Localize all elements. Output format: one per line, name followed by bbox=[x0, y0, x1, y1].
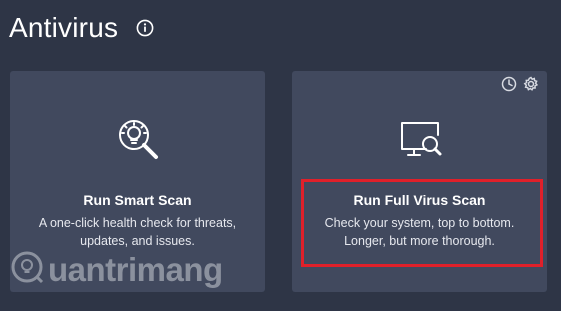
header: Antivirus bbox=[9, 12, 154, 44]
highlight-box bbox=[301, 179, 543, 267]
gear-icon[interactable] bbox=[523, 76, 539, 92]
card-corner-actions bbox=[501, 76, 539, 92]
clock-icon[interactable] bbox=[501, 76, 517, 92]
info-icon[interactable] bbox=[136, 19, 154, 37]
watermark-text: uantrimang bbox=[48, 250, 223, 288]
watermark: uantrimang bbox=[10, 250, 223, 289]
watermark-logo-icon bbox=[10, 250, 44, 289]
monitor-magnifier-icon bbox=[392, 111, 448, 167]
smart-scan-description: A one-click health check for threats, up… bbox=[38, 216, 237, 248]
smart-scan-bulb-magnifier-icon bbox=[110, 111, 166, 167]
smart-scan-title: Run Smart Scan bbox=[83, 192, 192, 208]
page-title: Antivirus bbox=[9, 12, 119, 43]
